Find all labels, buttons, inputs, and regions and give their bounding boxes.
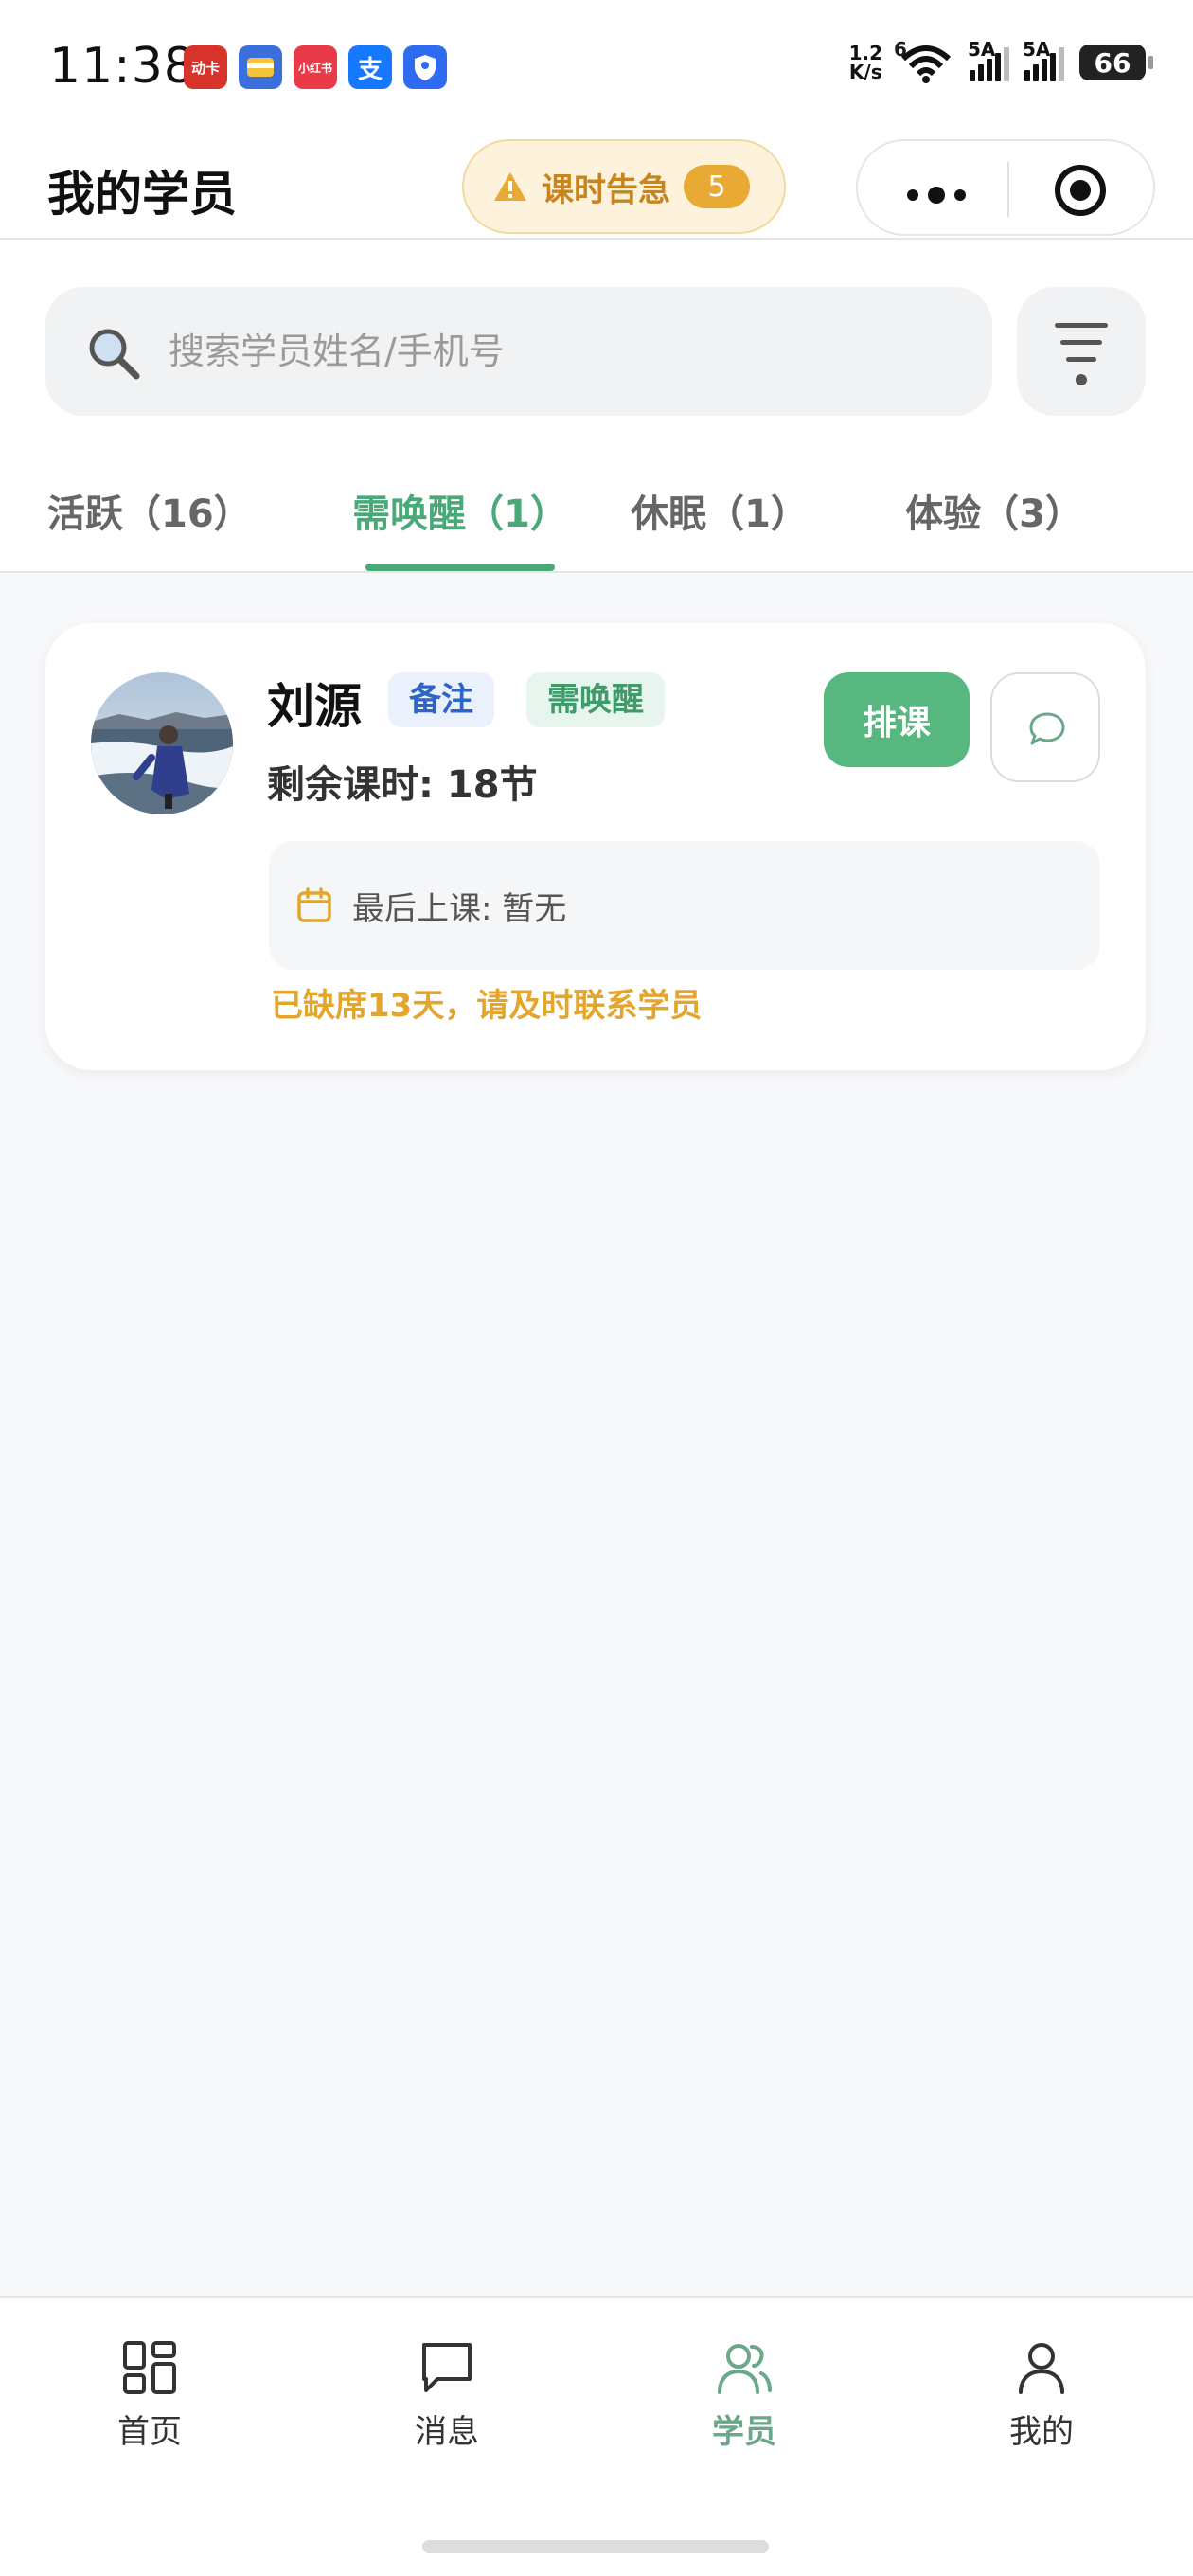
nav-profile-label: 我的: [1009, 2413, 1074, 2451]
wifi-icon: 6: [894, 38, 954, 83]
nav-profile[interactable]: 我的: [966, 2337, 1117, 2452]
grid-icon: [123, 2341, 176, 2394]
capsule-divider: [1007, 162, 1009, 217]
net-speed-value: 1.2: [848, 42, 882, 64]
lesson-alert-button[interactable]: 课时告急 5: [462, 139, 786, 234]
search-box[interactable]: [45, 287, 992, 416]
battery-icon: 66: [1079, 45, 1153, 80]
tab-dormant[interactable]: 休眠（1）: [625, 476, 814, 552]
users-icon: [718, 2344, 772, 2394]
wifi-label: 6: [894, 38, 907, 61]
alert-label: 课时告急: [542, 170, 670, 209]
signal2-label: 5A: [1023, 38, 1051, 61]
nav-students-label: 学员: [712, 2413, 776, 2451]
shield-app-icon: [403, 45, 447, 89]
nav-home-label: 首页: [117, 2413, 182, 2451]
alert-count-badge: 5: [684, 165, 750, 208]
tab-need-wakeup[interactable]: 需唤醒（1）: [347, 476, 574, 552]
nav-messages[interactable]: 消息: [371, 2337, 523, 2452]
signal-icon-2: 5A: [1023, 38, 1064, 81]
calendar-icon: [297, 887, 331, 922]
wallet-app-icon: [239, 45, 282, 89]
filter-button[interactable]: [1017, 287, 1146, 416]
nav-home[interactable]: 首页: [74, 2337, 225, 2452]
close-target-icon[interactable]: [1055, 165, 1106, 216]
warning-icon: [494, 172, 526, 201]
chat-bubble-icon: [1029, 712, 1065, 745]
status-bar: 11:38 动卡 小红书 支 1.2 K/s 6 5A 5A 66: [0, 0, 1193, 137]
search-area: 活跃（16） 需唤醒（1） 休眠（1） 体验（3）: [0, 240, 1193, 573]
student-name: 刘源: [267, 679, 362, 734]
miniprogram-capsule: [856, 139, 1155, 236]
search-icon: [89, 329, 140, 380]
net-speed-unit: K/s: [848, 61, 882, 83]
nav-students[interactable]: 学员: [668, 2337, 820, 2452]
signal-icon-1: 5A: [968, 38, 1009, 81]
last-class-text: 最后上课: 暂无: [352, 890, 567, 928]
signal1-label: 5A: [968, 38, 996, 61]
more-icon[interactable]: [907, 187, 966, 204]
notification-app-icons: 动卡 小红书 支: [184, 45, 447, 89]
damai-app-icon: 动卡: [184, 45, 227, 89]
nav-messages-label: 消息: [415, 2413, 479, 2451]
schedule-button[interactable]: 排课: [824, 672, 970, 767]
avatar: [91, 672, 233, 814]
bottom-nav: 首页 消息 学员 我的: [0, 2296, 1193, 2576]
student-card[interactable]: 刘源 备注 需唤醒 剩余课时: 18节 排课 最后上课: 暂无 已缺席13天，请…: [45, 623, 1146, 1070]
network-speed: 1.2 K/s: [849, 44, 882, 81]
alipay-app-icon: 支: [348, 45, 392, 89]
absence-warning: 已缺席13天，请及时联系学员: [271, 987, 703, 1025]
page-title: 我的学员: [47, 167, 237, 222]
system-indicators: 1.2 K/s 6 5A 5A 66: [849, 38, 1153, 83]
home-indicator[interactable]: [422, 2540, 769, 2553]
last-class-box: 最后上课: 暂无: [269, 841, 1100, 970]
status-tabs: 活跃（16） 需唤醒（1） 休眠（1） 体验（3）: [0, 467, 1193, 573]
status-time: 11:38: [49, 38, 196, 95]
xiaohongshu-app-icon: 小红书: [294, 45, 337, 89]
active-tab-indicator: [365, 564, 555, 571]
search-input[interactable]: [169, 315, 945, 387]
tab-active[interactable]: 活跃（16）: [47, 476, 312, 552]
tab-trial[interactable]: 体验（3）: [899, 476, 1089, 552]
status-badge: 需唤醒: [526, 672, 665, 727]
chat-button[interactable]: [990, 672, 1100, 782]
note-tag[interactable]: 备注: [388, 672, 494, 727]
user-icon: [1019, 2343, 1064, 2394]
message-icon: [422, 2343, 472, 2392]
remaining-lessons: 剩余课时: 18节: [267, 763, 538, 807]
app-header: 我的学员 课时告急 5: [0, 137, 1193, 240]
